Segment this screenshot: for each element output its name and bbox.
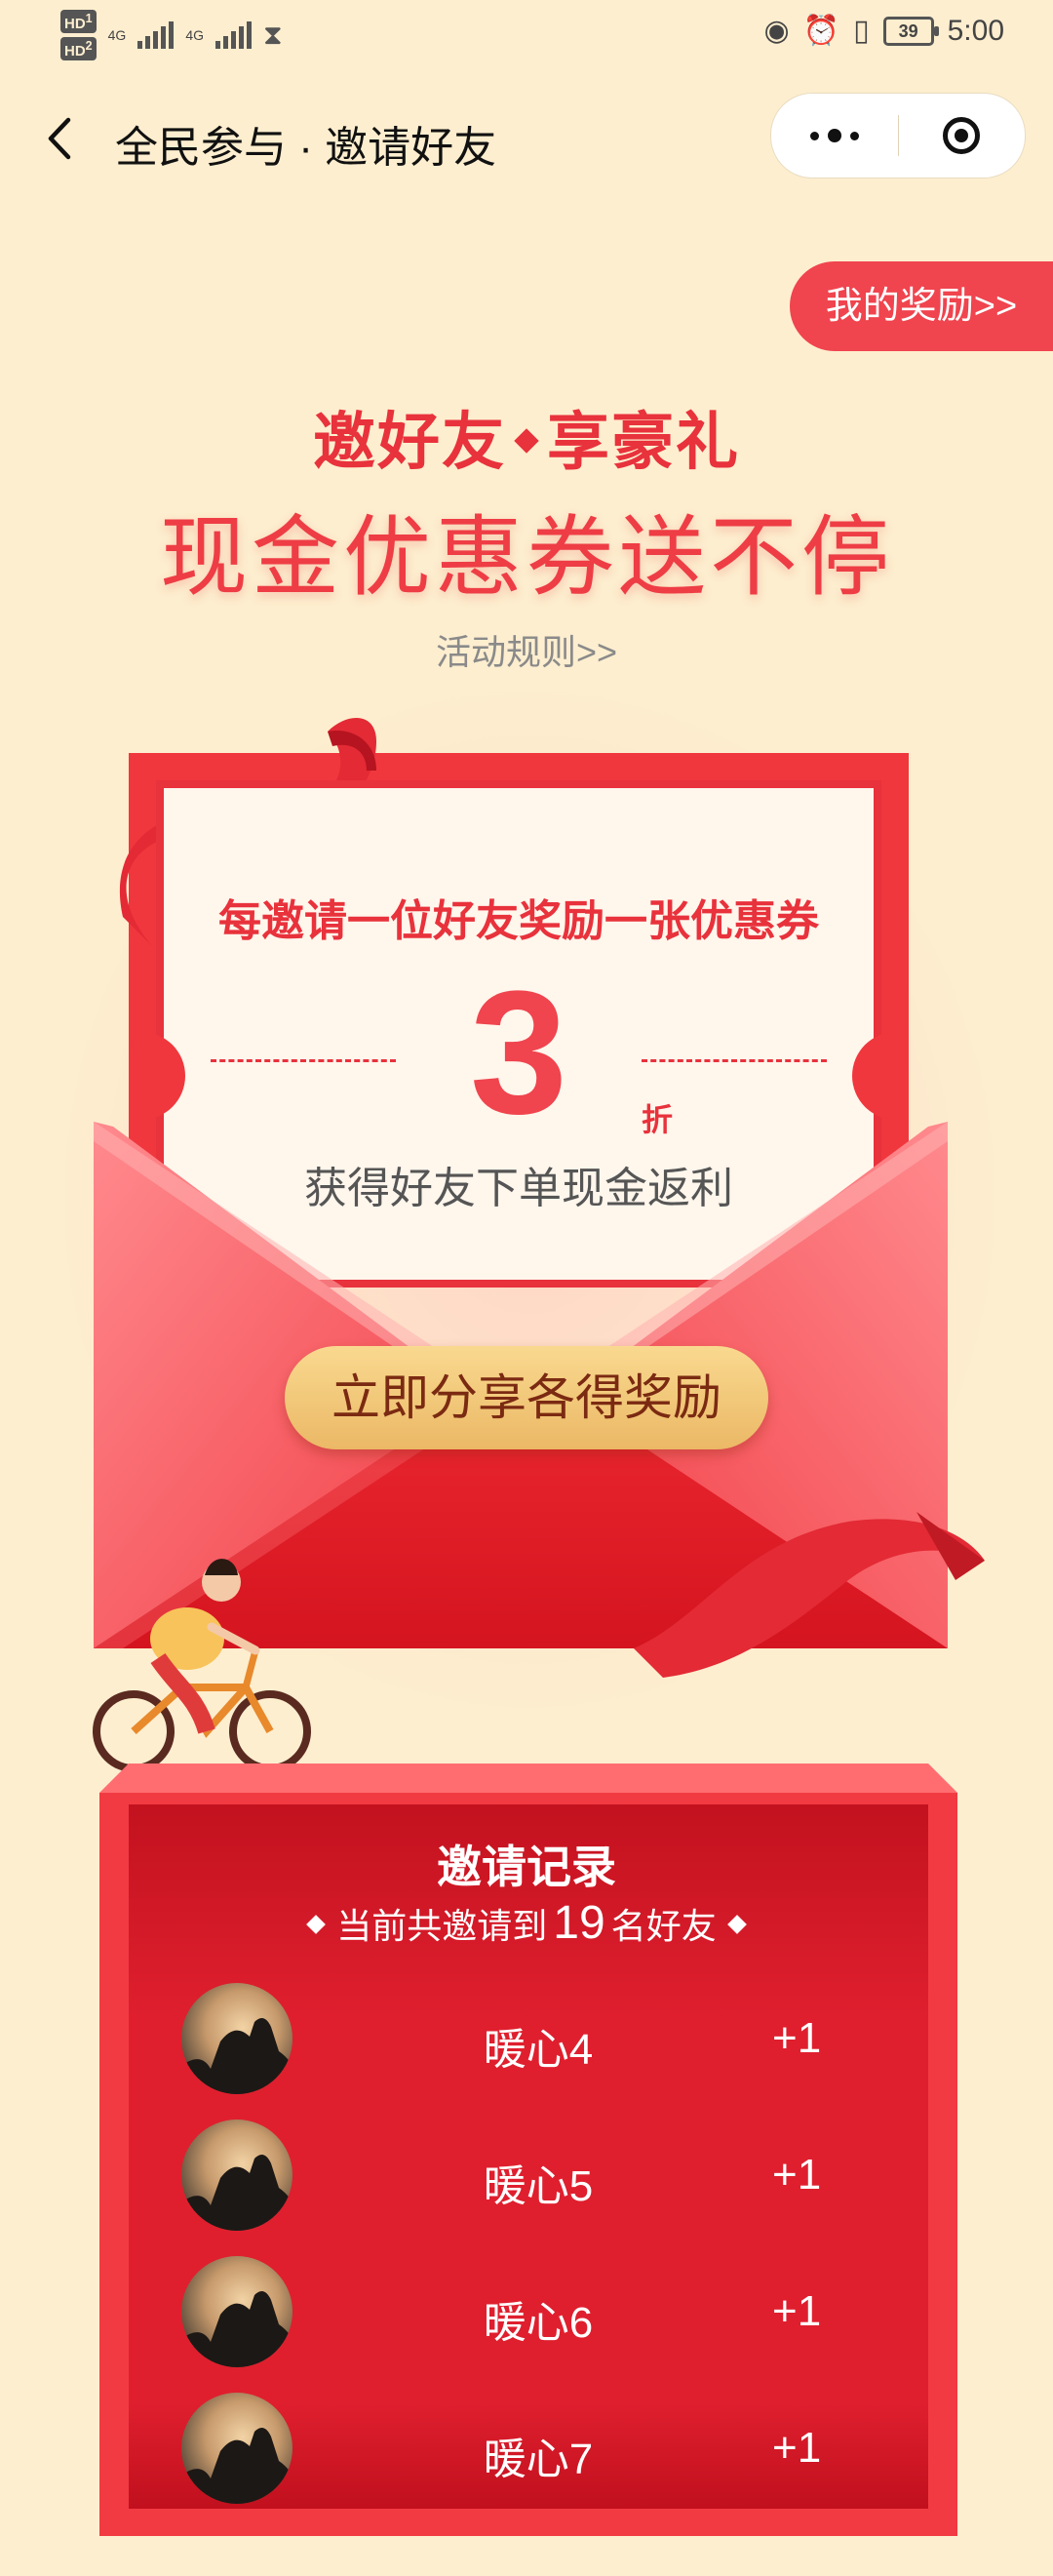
page-title: 全民参与 · 邀请好友 [115,124,497,172]
status-bar: HD1 HD2 4G 4G ⧗ ◉ ⏰ ▯ 39 5:00 [0,0,1053,70]
nav-bar: 全民参与 · 邀请好友 [0,93,1053,186]
more-button[interactable] [771,94,898,178]
eye-icon: ◉ [763,15,790,47]
reward-delta: +1 [772,2287,822,2335]
record-summary: 当前共邀请到 19 名好友 [0,1896,1053,1950]
clock-time: 5:00 [947,14,1004,47]
back-arrow-icon[interactable] [37,114,86,163]
list-item: 暖心7 +1 [129,2385,928,2521]
record-list: 暖心4 +1 暖心5 +1 暖心6 +1 暖心7 +1 [129,1975,928,2521]
headline-primary: 邀好友 享豪礼 [313,407,740,477]
list-item: 暖心4 +1 [129,1975,928,2112]
invitee-name: 暖心6 [483,2299,594,2347]
vibrate-icon: ▯ [853,15,870,47]
my-reward-button[interactable]: 我的奖励>> [790,261,1053,351]
rules-link[interactable]: 活动规则>> [0,624,1053,675]
invite-count: 19 [553,1897,605,1949]
avatar [181,2256,292,2367]
sim1-badge: HD1 [60,10,97,33]
battery-icon: 39 [882,16,939,46]
more-dots-icon [809,129,859,142]
coupon-headline: 每邀请一位好友奖励一张优惠券 [218,897,819,945]
list-item: 暖心6 +1 [129,2248,928,2385]
signal-icon [215,21,252,49]
hourglass-icon: ⧗ [263,19,283,50]
avatar [181,2120,292,2231]
list-item: 暖心5 +1 [129,2112,928,2248]
close-miniprogram-button[interactable] [899,94,1026,178]
invitee-name: 暖心5 [483,2162,594,2210]
alarm-icon: ⏰ [802,15,840,47]
discount-value: 3 [469,955,568,1151]
sim2-badge: HD2 [60,37,97,60]
avatar [181,1983,292,2094]
reward-delta: +1 [772,2014,822,2062]
reward-delta: +1 [772,2151,822,2199]
network-type-1: 4G [107,27,127,43]
share-button[interactable]: 立即分享各得奖励 [285,1346,768,1449]
network-type-2: 4G [185,27,204,43]
cyclist-illustration [93,1559,311,1781]
headline-secondary: 现金优惠券送不停 [160,509,893,607]
signal-icon [137,21,175,49]
mini-program-capsule [770,93,1026,178]
target-icon [943,117,981,154]
reward-delta: +1 [772,2424,822,2472]
record-title: 邀请记录 [437,1842,616,1892]
invitee-name: 暖心7 [483,2436,594,2483]
ribbon-bottom-right [634,1512,985,1678]
avatar [181,2393,292,2504]
invitee-name: 暖心4 [483,2026,594,2074]
